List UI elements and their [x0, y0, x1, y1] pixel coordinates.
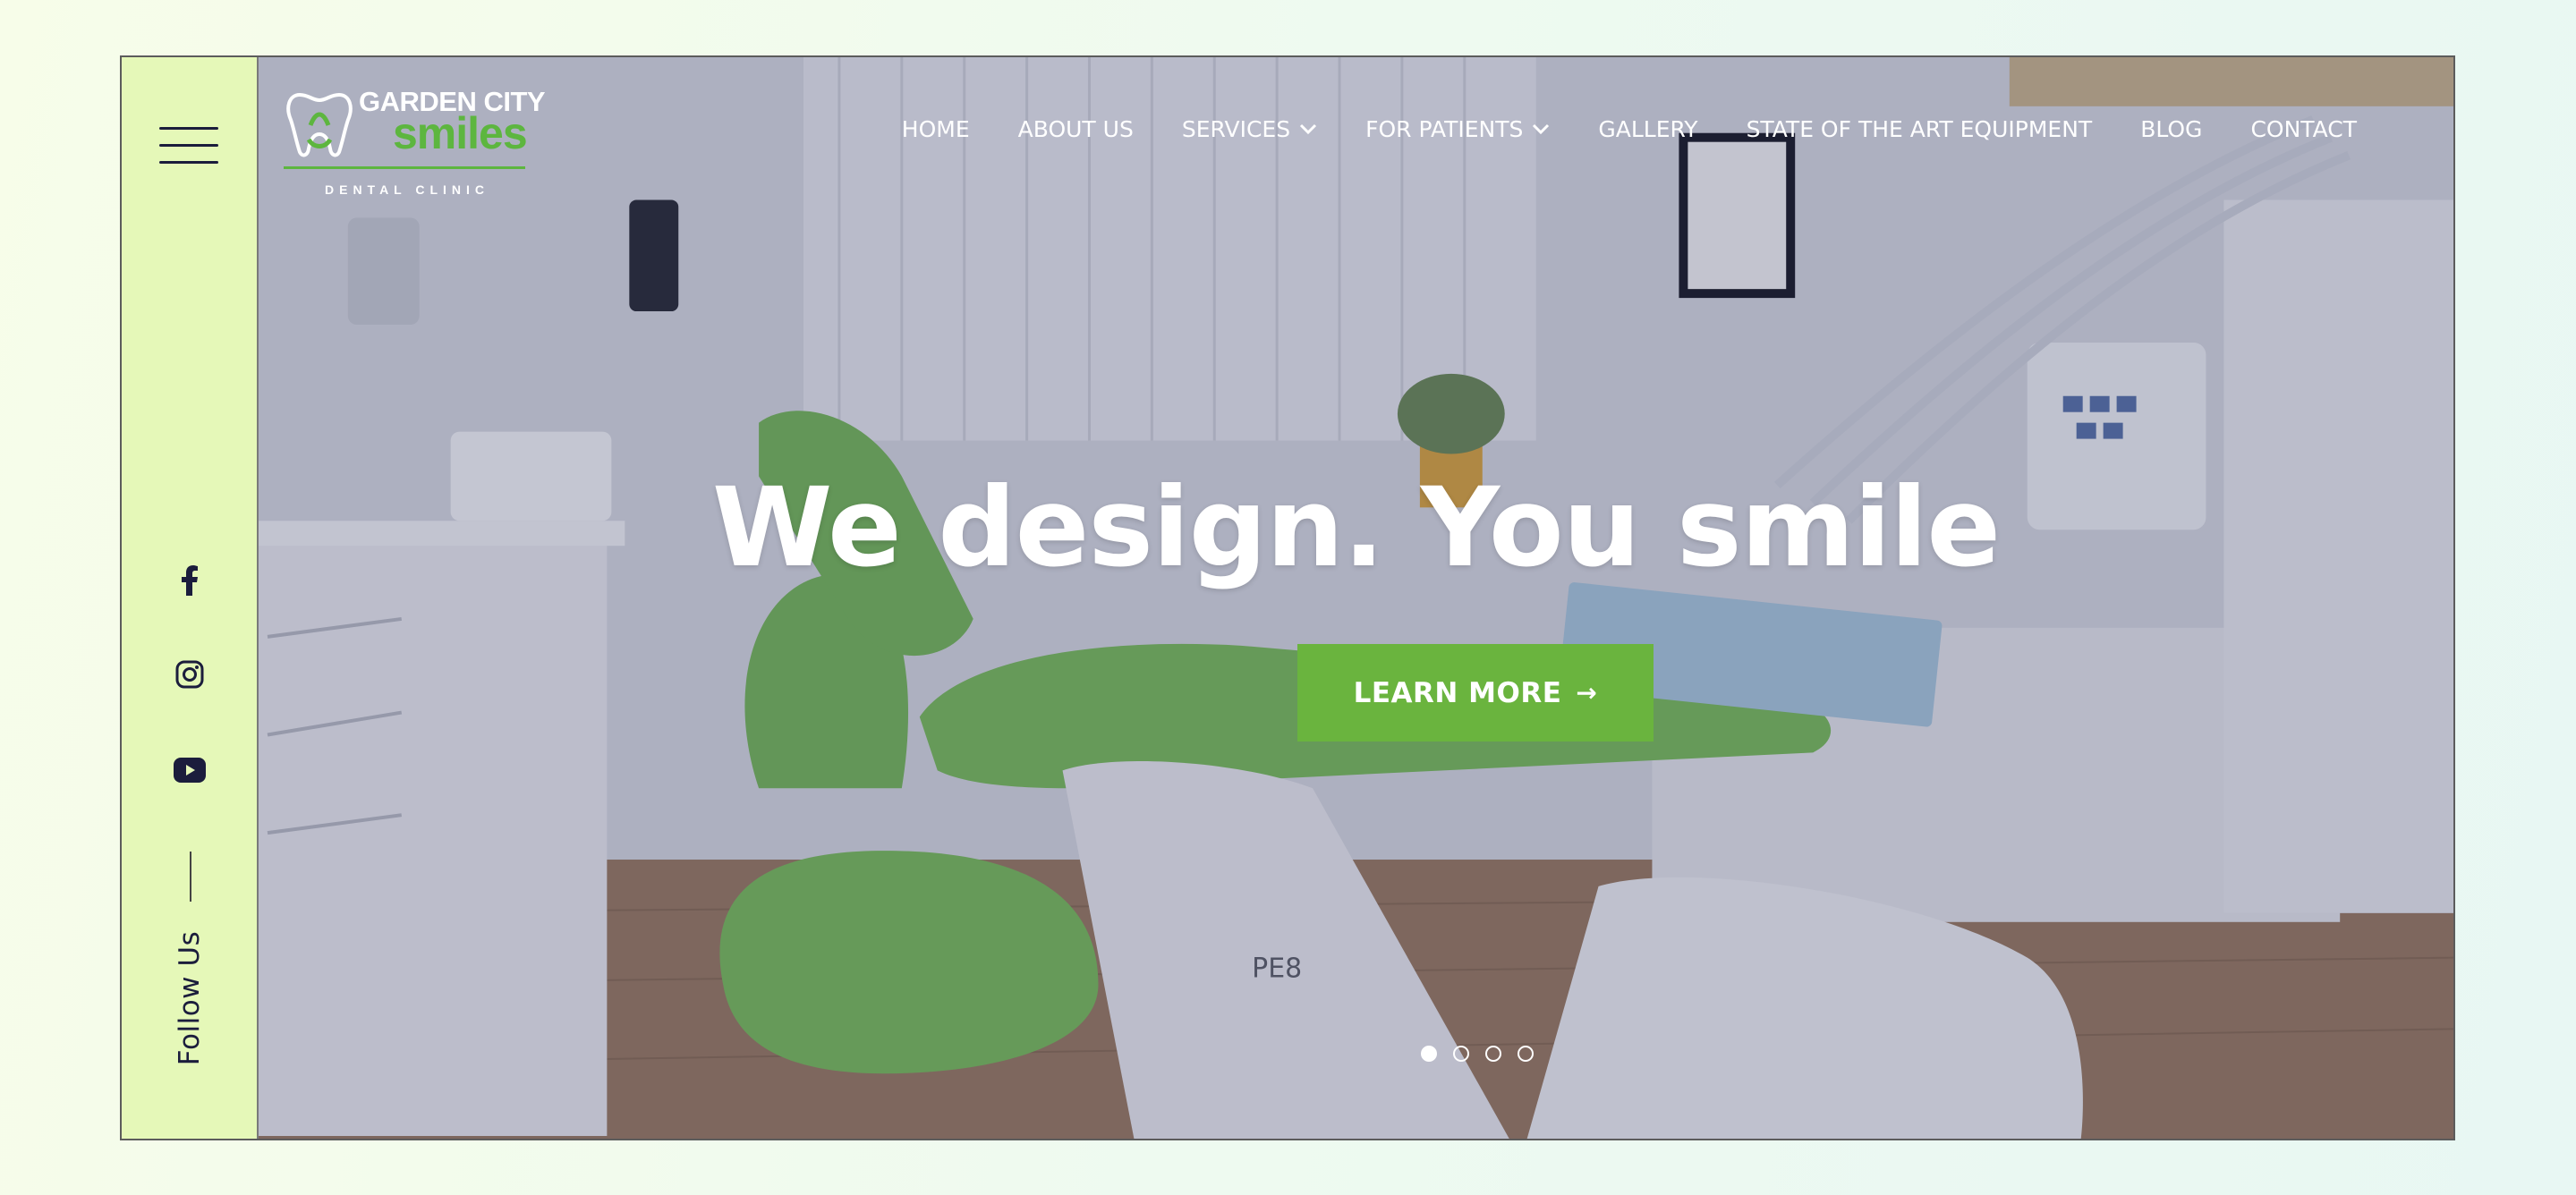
nav-item-equipment[interactable]: STATE OF THE ART EQUIPMENT [1747, 116, 2093, 142]
follow-divider [190, 852, 191, 902]
logo-line-2: smiles [393, 108, 528, 158]
hamburger-menu-icon[interactable] [159, 127, 218, 165]
learn-more-button[interactable]: LEARN MORE → [1297, 644, 1654, 742]
carousel-dot-4[interactable] [1518, 1046, 1534, 1062]
carousel-dot-3[interactable] [1485, 1046, 1501, 1062]
main-navigation: HOME ABOUT US SERVICES FOR PATIENTS GALL… [854, 113, 2357, 145]
nav-item-for-patients[interactable]: FOR PATIENTS [1365, 116, 1550, 142]
learn-more-label: LEARN MORE [1353, 676, 1562, 709]
follow-us-label: Follow Us [174, 930, 206, 1066]
left-sidebar: Follow Us [122, 57, 259, 1139]
youtube-icon[interactable] [174, 754, 206, 786]
hero-headline: We design. You smile [711, 464, 2001, 591]
chevron-down-icon [1300, 123, 1317, 135]
chevron-down-icon [1533, 123, 1550, 135]
carousel-dot-2[interactable] [1453, 1046, 1469, 1062]
site-logo[interactable]: GARDEN CITY smiles DENTAL CLINIC [284, 84, 546, 197]
carousel-pagination [1421, 1046, 1534, 1062]
logo-swoosh [284, 166, 525, 169]
hero-banner: PE8 GARDEN CITY smiles DENTAL CLINIC HOM… [259, 57, 2453, 1139]
instagram-icon[interactable] [174, 658, 206, 691]
facebook-icon[interactable] [174, 564, 206, 597]
nav-item-home[interactable]: HOME [902, 116, 970, 142]
tooth-logo-icon [286, 92, 353, 157]
hero-overlay [259, 57, 2453, 1139]
nav-item-contact[interactable]: CONTACT [2250, 116, 2357, 142]
logo-line-3: DENTAL CLINIC [325, 182, 490, 197]
nav-item-services[interactable]: SERVICES [1182, 116, 1317, 142]
nav-item-gallery[interactable]: GALLERY [1598, 116, 1697, 142]
arrow-right-icon: → [1576, 678, 1598, 708]
nav-item-about-us[interactable]: ABOUT US [1018, 116, 1134, 142]
carousel-dot-1[interactable] [1421, 1046, 1437, 1062]
page-frame: Follow Us PE8 GARDEN CITY smiles DENTAL … [120, 55, 2455, 1140]
nav-item-blog[interactable]: BLOG [2140, 116, 2202, 142]
